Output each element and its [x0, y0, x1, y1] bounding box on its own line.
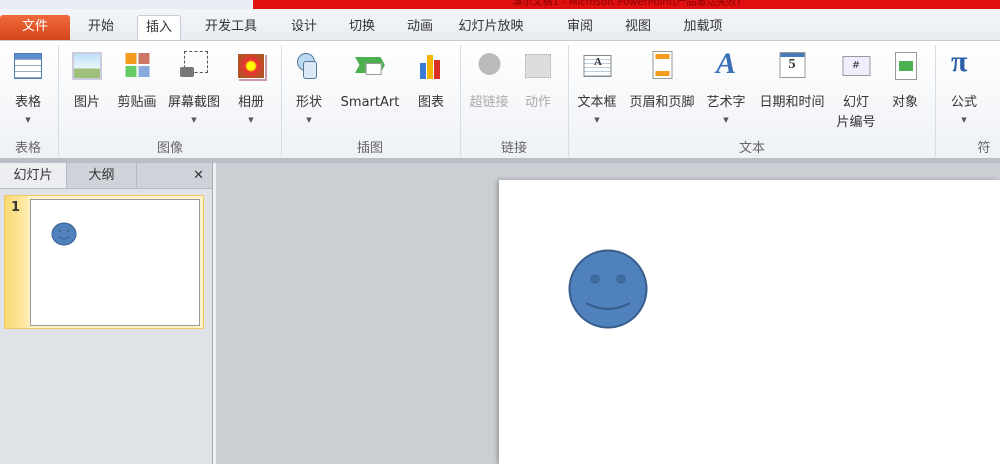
- tab-outline[interactable]: 大纲: [67, 163, 137, 188]
- button-label: 图片: [73, 95, 100, 110]
- tab-10[interactable]: 加载项: [675, 15, 730, 41]
- tab-2[interactable]: 插入: [136, 15, 182, 41]
- group-label: 链接: [500, 141, 528, 156]
- button-label: 日期和时间: [759, 95, 825, 110]
- button-label: 文本框: [577, 95, 617, 110]
- header-footer-button[interactable]: 页眉和页脚: [629, 51, 695, 113]
- slide-number-icon: #: [840, 51, 872, 81]
- chevron-down-icon: ▼: [248, 116, 254, 124]
- button-label: 页眉和页脚: [629, 95, 695, 110]
- slides-pane: 幻灯片 大纲 ✕ 1: [0, 163, 212, 464]
- ribbon-insert: 表格 ▼ 图片 剪贴画 屏幕截图 ▼ 相册 ▼ 形状 ▼ SmartArt 图表 超链接 动作 A 文本框 ▼ 页…: [0, 40, 1000, 175]
- group-label: 图像: [156, 141, 184, 156]
- photo-album-icon: [235, 51, 267, 81]
- slide-number-button[interactable]: # 幻灯 片编号: [836, 51, 876, 133]
- slide-number: 1: [11, 200, 21, 215]
- clipart-icon: [121, 51, 153, 81]
- smartart-button[interactable]: SmartArt: [340, 51, 400, 113]
- chevron-down-icon: ▼: [723, 116, 729, 124]
- button-label: 图表: [417, 95, 444, 110]
- tab-7[interactable]: 幻灯片放映: [450, 15, 531, 41]
- tab-5[interactable]: 切换: [341, 15, 383, 41]
- tab-1[interactable]: 开始: [80, 15, 122, 41]
- tab-slides[interactable]: 幻灯片: [0, 163, 67, 188]
- equation-button[interactable]: π 公式 ▼: [948, 45, 980, 127]
- group-separator: [935, 45, 936, 157]
- tab-6[interactable]: 动画: [399, 15, 441, 41]
- chevron-down-icon: ▼: [961, 116, 967, 124]
- pane-tab-divider: [0, 188, 212, 189]
- button-label: SmartArt: [340, 95, 400, 110]
- group-separator: [58, 45, 59, 157]
- smiley-face-shape[interactable]: [568, 249, 650, 331]
- object-icon: [889, 51, 921, 81]
- tab-9[interactable]: 视图: [617, 15, 659, 41]
- button-label: 形状: [295, 95, 322, 110]
- chevron-down-icon: ▼: [594, 116, 600, 124]
- tab-3[interactable]: 开发工具: [197, 15, 265, 41]
- tab-8[interactable]: 审阅: [559, 15, 601, 41]
- chevron-down-icon: ▼: [191, 116, 197, 124]
- chart-icon: [415, 51, 447, 81]
- photo-album-button[interactable]: 相册 ▼: [235, 51, 267, 127]
- group-separator: [281, 45, 282, 157]
- wordart-icon: A: [715, 47, 737, 80]
- button-label: 屏幕截图: [167, 95, 221, 110]
- group-label: 文本: [738, 141, 766, 156]
- button-label: 动作: [524, 95, 551, 110]
- object-button[interactable]: 对象: [889, 51, 921, 113]
- textbox-icon: A: [581, 51, 613, 81]
- chevron-down-icon: ▼: [25, 116, 31, 124]
- group-label: 插图: [356, 141, 384, 156]
- button-label: 公式: [950, 95, 977, 110]
- button-label: 艺术字: [706, 95, 746, 110]
- picture-button[interactable]: 图片: [71, 51, 103, 113]
- button-label: 对象: [891, 95, 918, 110]
- tab-4[interactable]: 设计: [283, 15, 325, 41]
- date-time-button[interactable]: 5 日期和时间: [759, 51, 825, 113]
- slide-thumbnail-selected[interactable]: 1: [4, 195, 204, 329]
- group-separator: [460, 45, 461, 157]
- button-label: 表格: [14, 95, 41, 110]
- button-label: 剪贴画: [117, 95, 157, 110]
- clipart-button[interactable]: 剪贴画: [117, 51, 157, 113]
- shapes-icon: [293, 51, 325, 81]
- action-icon: [522, 51, 554, 81]
- picture-icon: [71, 51, 103, 81]
- action-button[interactable]: 动作: [522, 51, 554, 113]
- button-label: 相册: [237, 95, 264, 110]
- group-separator: [568, 45, 569, 157]
- slide-thumbnail-preview: [30, 199, 200, 326]
- screenshot-button[interactable]: 屏幕截图 ▼: [168, 51, 220, 127]
- chevron-down-icon: ▼: [306, 116, 312, 124]
- tab-0[interactable]: 文件: [0, 15, 70, 41]
- window-title: 演示文稿1 - Microsoft PowerPoint(产品激活失败): [253, 0, 1000, 9]
- button-label: 超链接: [469, 95, 509, 110]
- table-icon: [12, 51, 44, 81]
- group-label: 表格: [14, 141, 42, 156]
- wordart-button[interactable]: A 艺术字 ▼: [706, 47, 746, 127]
- smartart-icon: [354, 51, 386, 81]
- close-pane-icon[interactable]: ✕: [137, 163, 212, 188]
- screenshot-icon: [178, 51, 210, 81]
- ribbon-tabs: 文件 开始 插入 开发工具 设计 切换 动画 幻灯片放映 审阅 视图 加载项: [0, 9, 1000, 41]
- chart-button[interactable]: 图表: [415, 51, 447, 113]
- table-button[interactable]: 表格 ▼: [12, 51, 44, 127]
- smiley-thumbnail-icon: [51, 222, 77, 246]
- button-label: 幻灯 片编号: [836, 95, 876, 130]
- equation-icon: π: [951, 45, 968, 78]
- header-footer-icon: [646, 51, 678, 81]
- textbox-button[interactable]: A 文本框 ▼: [577, 51, 617, 127]
- hyperlink-icon: [473, 51, 505, 81]
- slide-canvas[interactable]: [499, 180, 1000, 464]
- date-time-icon: 5: [776, 51, 808, 81]
- shapes-button[interactable]: 形状 ▼: [293, 51, 325, 127]
- hyperlink-button[interactable]: 超链接: [469, 51, 509, 113]
